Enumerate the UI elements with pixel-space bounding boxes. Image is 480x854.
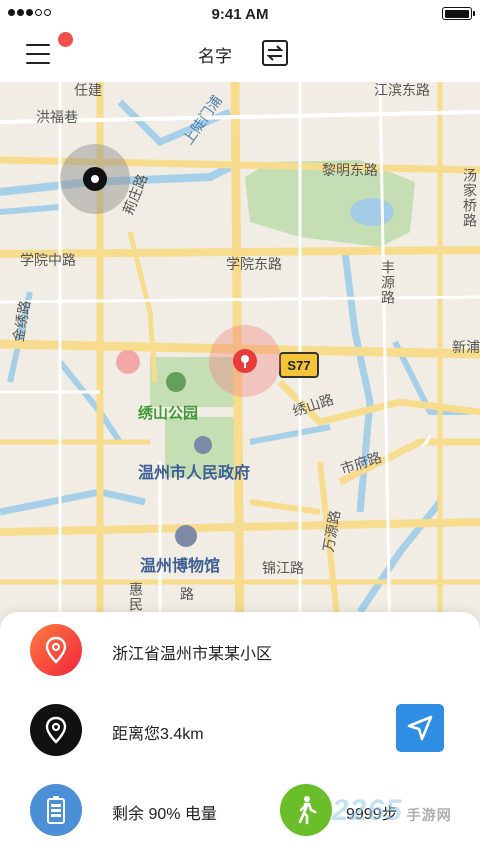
- status-bar: 9:41 AM: [0, 0, 480, 28]
- map-label: 温州市人民政府: [138, 465, 251, 482]
- map-label: 温州博物馆: [140, 558, 221, 575]
- battery-icon: [47, 796, 65, 824]
- address-icon-circle: [30, 624, 82, 676]
- navbar: 名字: [0, 28, 480, 82]
- watermark-number: 2265: [332, 794, 403, 827]
- address-text: 浙江省温州市某某小区: [112, 646, 273, 663]
- steps-icon-circle: [280, 784, 332, 836]
- map-label: 绣山公园: [138, 405, 199, 422]
- target-location-marker[interactable]: [209, 325, 281, 397]
- navigate-button[interactable]: [396, 704, 444, 752]
- battery-text: 剩余 90% 电量: [112, 806, 217, 823]
- map-label: 江滨东路: [374, 82, 430, 98]
- map-label: 黎明东路: [322, 162, 378, 178]
- watermark: 2265 手游网: [332, 794, 452, 828]
- status-battery-icon: [442, 7, 475, 20]
- distance-text: 距离您3.4km: [112, 726, 204, 743]
- watermark-site: 手游网: [406, 807, 452, 823]
- map-label: 锦江路: [262, 560, 304, 576]
- map-label: 新浦: [452, 339, 480, 355]
- map-label: 丰源路: [380, 260, 396, 305]
- map-label: 路: [180, 586, 194, 602]
- map-label: 任建: [74, 82, 102, 98]
- battery-icon-circle: [30, 784, 82, 836]
- swap-button[interactable]: [262, 40, 288, 66]
- swap-icon: [266, 45, 284, 61]
- device-location-marker[interactable]: [60, 144, 130, 214]
- status-time: 9:41 AM: [211, 6, 269, 23]
- location-pin-icon: [45, 716, 67, 744]
- walking-person-icon: [298, 796, 317, 825]
- highway-badge: S77: [279, 352, 319, 378]
- info-sheet: 浙江省温州市某某小区 距离您3.4km 剩余 90% 电量 9999步 2265…: [0, 612, 480, 854]
- distance-icon-circle: [30, 704, 82, 756]
- map-label: 学院中路: [20, 252, 76, 268]
- map-label: 汤家桥路: [462, 168, 478, 228]
- map-label: 洪福巷: [36, 109, 78, 125]
- map-view[interactable]: 洪福巷 任建 上陡门浦 江滨东路 黎明东路 汤家桥路 荊庄路 学院中路 学院东路…: [0, 82, 480, 642]
- navigation-arrow-icon: [407, 715, 433, 741]
- page-title: 名字: [198, 47, 232, 66]
- location-pin-icon: [45, 636, 67, 664]
- map-label: 惠民: [128, 582, 144, 612]
- map-label: 学院东路: [226, 256, 282, 272]
